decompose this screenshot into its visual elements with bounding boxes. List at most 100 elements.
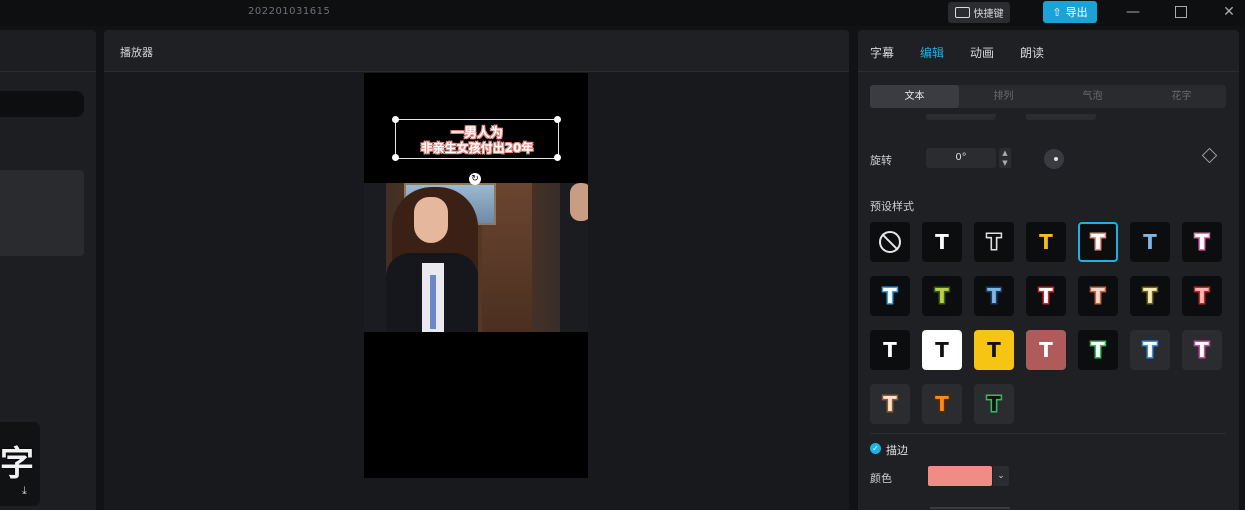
preset-style-23[interactable]: T [922, 384, 962, 424]
preset-glyph: T [1195, 230, 1209, 254]
rotate-label: 旋转 [870, 154, 892, 167]
tab-animation[interactable]: 动画 [970, 44, 994, 61]
tab-read-aloud[interactable]: 朗读 [1020, 44, 1044, 61]
shortcut-label: 快捷键 [973, 9, 1004, 20]
divider [870, 433, 1226, 434]
preset-style-8[interactable]: T [870, 276, 910, 316]
tab-bar: 字幕 编辑 动画 朗读 [858, 30, 1239, 72]
preset-style-15[interactable]: T [870, 330, 910, 370]
preset-style-22[interactable]: T [870, 384, 910, 424]
text-glyph: 字 [0, 444, 34, 484]
preset-style-12[interactable]: T [1078, 276, 1118, 316]
preset-style-20[interactable]: T [1130, 330, 1170, 370]
preset-style-17[interactable]: T [974, 330, 1014, 370]
project-name: 202201031615 [248, 6, 331, 17]
color-label: 颜色 [870, 472, 892, 485]
preset-style-19[interactable]: T [1078, 330, 1118, 370]
position-row-partial [870, 114, 1226, 128]
close-icon[interactable]: ✕ [1218, 2, 1240, 22]
rotate-stepper[interactable]: ▲ ▼ [999, 148, 1011, 168]
preset-style-7[interactable]: T [1182, 222, 1222, 262]
download-icon[interactable]: ⤓ [22, 484, 27, 498]
preset-glyph: T [1143, 284, 1157, 308]
minimize-icon[interactable]: — [1122, 2, 1144, 22]
preset-style-label: 预设样式 [870, 200, 914, 213]
stroke-color-swatch[interactable] [928, 466, 992, 486]
preset-style-11[interactable]: T [1026, 276, 1066, 316]
resize-handle-br[interactable] [554, 154, 561, 161]
preset-style-5[interactable]: T [1078, 222, 1118, 262]
preset-style-21[interactable]: T [1182, 330, 1222, 370]
resize-handle-tr[interactable] [554, 116, 561, 123]
preset-style-16[interactable]: T [922, 330, 962, 370]
slider-partial[interactable] [870, 506, 1226, 510]
video-canvas[interactable]: 一男人为 非亲生女孩付出20年 ↻ [364, 73, 588, 478]
chevron-down-icon[interactable]: ⌄ [993, 466, 1009, 486]
divider [0, 71, 96, 72]
preset-style-9[interactable]: T [922, 276, 962, 316]
search-input[interactable] [0, 91, 84, 117]
preset-glyph: T [883, 338, 897, 362]
preset-glyph: T [935, 230, 949, 254]
keyframe-icon[interactable] [1201, 147, 1218, 164]
preset-glyph: T [883, 392, 897, 416]
left-panel: 字 ⤓ [0, 30, 96, 510]
woman-face [414, 197, 448, 243]
person-left [364, 183, 386, 332]
text-template-tile[interactable]: 字 ⤓ [0, 422, 40, 506]
media-card[interactable] [0, 170, 84, 256]
export-label: 导出 [1065, 6, 1088, 19]
subtab-arrange[interactable]: 排列 [959, 85, 1048, 108]
lanyard [430, 275, 436, 329]
preset-glyph: T [935, 338, 949, 362]
preset-style-10[interactable]: T [974, 276, 1014, 316]
preset-glyph: T [1039, 230, 1053, 254]
subtab-text[interactable]: 文本 [870, 85, 959, 108]
preset-glyph: T [1039, 284, 1053, 308]
subtab-fancy-text[interactable]: 花字 [1137, 85, 1226, 108]
shortcut-button[interactable]: 快捷键 [948, 2, 1010, 23]
keyboard-icon [954, 7, 970, 18]
resize-handle-tl[interactable] [392, 116, 399, 123]
preset-glyph: T [935, 284, 949, 308]
preset-glyph: T [987, 338, 1001, 362]
preset-style-13[interactable]: T [1130, 276, 1170, 316]
tab-subtitle[interactable]: 字幕 [870, 44, 894, 61]
subtitle-selection-box[interactable]: 一男人为 非亲生女孩付出20年 [392, 116, 561, 161]
preset-style-14[interactable]: T [1182, 276, 1222, 316]
preset-style-1[interactable] [870, 222, 910, 262]
preset-glyph: T [1091, 338, 1105, 362]
subtitle-line-2: 非亲生女孩付出20年 [420, 141, 534, 155]
maximize-icon[interactable] [1170, 2, 1192, 22]
preset-style-3[interactable]: T [974, 222, 1014, 262]
stroke-checkbox[interactable]: ✓ [870, 443, 881, 454]
rotate-dial[interactable] [1044, 149, 1064, 169]
export-button[interactable]: ⇧ 导出 [1043, 1, 1097, 23]
player-panel: 播放器 一男人为 非亲生女孩付出20年 ↻ [104, 30, 849, 510]
rotate-handle-icon[interactable]: ↻ [469, 173, 481, 185]
preset-style-24[interactable]: T [974, 384, 1014, 424]
video-frame [364, 183, 588, 332]
preset-style-4[interactable]: T [1026, 222, 1066, 262]
preset-glyph: T [935, 392, 949, 416]
none-icon [879, 231, 901, 253]
preset-glyph: T [883, 284, 897, 308]
preset-glyph: T [1039, 338, 1053, 362]
preset-glyph: T [987, 284, 1001, 308]
preset-glyph: T [1143, 230, 1157, 254]
player-title: 播放器 [120, 46, 153, 59]
preset-glyph: T [1091, 230, 1105, 254]
position-x-input[interactable] [926, 114, 996, 120]
position-y-input[interactable] [1026, 114, 1096, 120]
preset-style-2[interactable]: T [922, 222, 962, 262]
preset-style-18[interactable]: T [1026, 330, 1066, 370]
preset-glyph: T [1143, 338, 1157, 362]
subtab-bubble[interactable]: 气泡 [1048, 85, 1137, 108]
resize-handle-bl[interactable] [392, 154, 399, 161]
export-icon: ⇧ [1052, 5, 1062, 19]
rotate-input[interactable]: 0° [926, 148, 996, 168]
preset-style-6[interactable]: T [1130, 222, 1170, 262]
tab-edit[interactable]: 编辑 [920, 44, 944, 61]
dial-indicator [1054, 157, 1058, 161]
preset-style-grid: T T T T T T T T T T T T T T T T T T T T T T T [870, 222, 1230, 424]
